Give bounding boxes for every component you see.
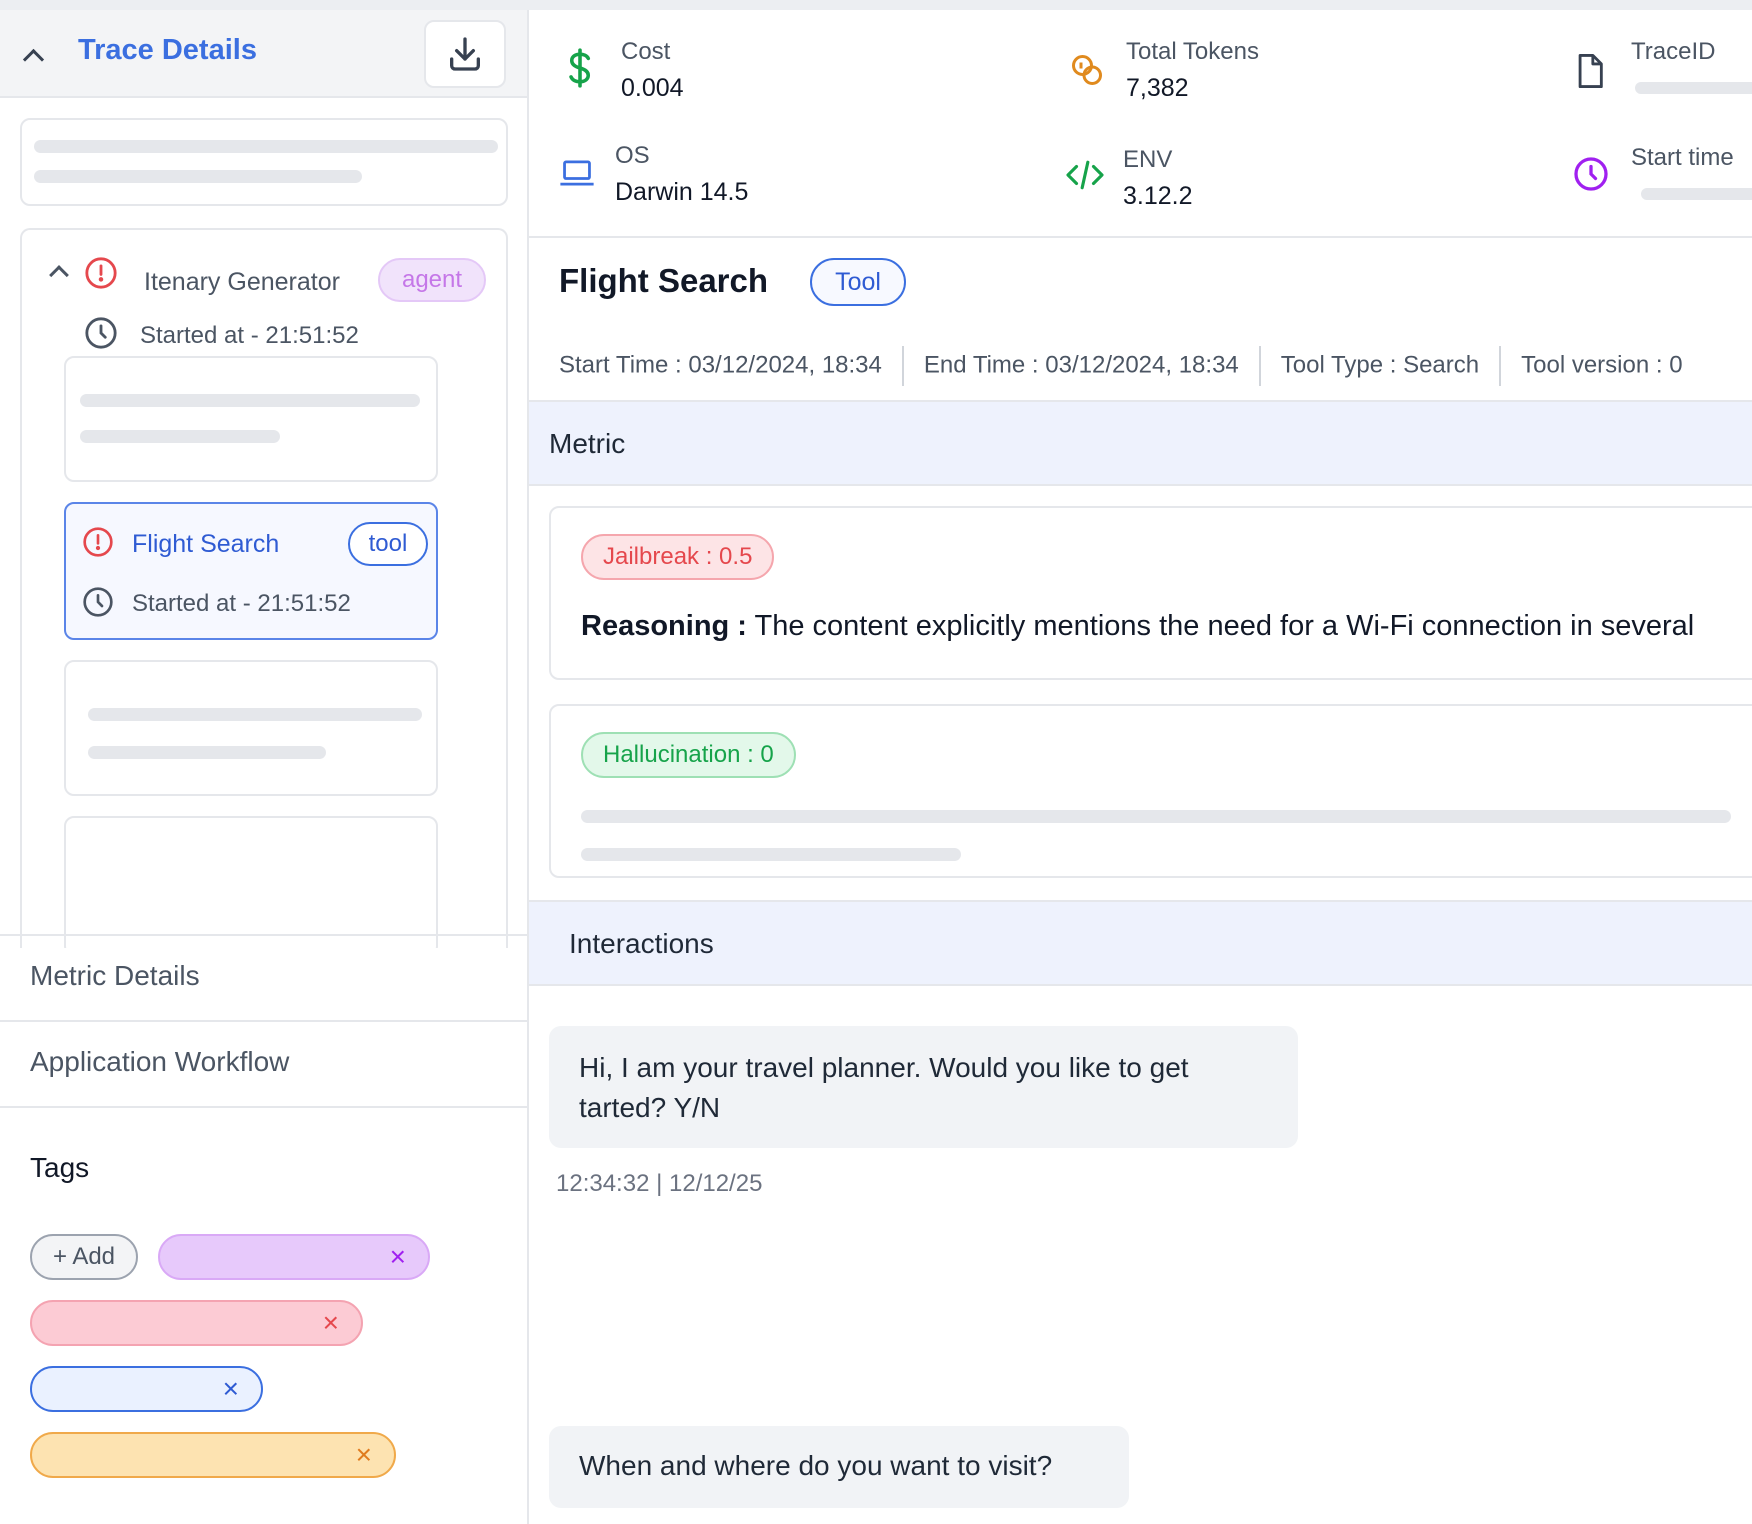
stats-header: Cost 0.004 Total Tokens 7,382 TraceID OS… (529, 10, 1752, 238)
application-workflow-section[interactable]: Application Workflow (0, 1020, 527, 1106)
interactions-header-label: Interactions (569, 928, 714, 959)
divider (901, 346, 904, 386)
tree-node-flight-search[interactable]: Flight Search tool Started at - 21:51:52 (64, 502, 438, 640)
close-icon[interactable]: × (323, 1308, 339, 1338)
divider (1258, 346, 1261, 386)
placeholder-card (64, 816, 438, 948)
add-tag-button[interactable]: + Add (30, 1234, 138, 1280)
chat-message-text: When and where do you want to visit? (579, 1450, 1053, 1481)
tags-title: Tags (30, 1152, 90, 1183)
tag-chip[interactable]: × (158, 1234, 430, 1280)
reasoning-text: The content explicitly mentions the need… (746, 610, 1695, 642)
jailbreak-metric-card: Jailbreak : 0.5 Reasoning : The content … (549, 506, 1752, 680)
chevron-up-icon[interactable] (49, 265, 69, 285)
tag-chip[interactable]: × (30, 1300, 363, 1346)
placeholder-line (581, 848, 961, 861)
trace-details-header[interactable]: Trace Details (0, 10, 527, 98)
metric-section-header[interactable]: Metric (529, 400, 1752, 486)
placeholder-card (20, 118, 508, 206)
alert-circle-icon (83, 527, 113, 557)
clock-icon (83, 587, 113, 617)
tool-version-text: Tool version : 0 (1521, 351, 1683, 379)
download-button[interactable] (424, 20, 506, 88)
close-icon[interactable]: × (223, 1374, 239, 1404)
placeholder-line (80, 394, 420, 407)
trace-id-label: TraceID (1631, 38, 1716, 65)
tool-meta-row: Start Time : 03/12/2024, 18:34 End Time :… (559, 346, 1683, 386)
chevron-up-icon[interactable] (22, 48, 45, 71)
placeholder-card (64, 356, 438, 482)
message-timestamp: 12:34:32 | 12/12/25 (556, 1170, 763, 1197)
end-time-text: End Time : 03/12/2024, 18:34 (923, 351, 1239, 379)
trace-details-title[interactable]: Trace Details (78, 34, 257, 67)
coins-icon (1072, 55, 1102, 85)
cost-value: 0.004 (621, 74, 684, 102)
placeholder-line (581, 810, 1731, 823)
start-time-text: Start Time : 03/12/2024, 18:34 (559, 351, 882, 379)
jailbreak-reasoning: Reasoning : The content explicitly menti… (581, 610, 1694, 643)
env-label: ENV (1123, 146, 1173, 173)
placeholder-line (34, 170, 362, 183)
tool-started-at: Started at - 21:51:52 (132, 590, 351, 617)
tool-badge: tool (348, 522, 428, 566)
placeholder-line (88, 746, 326, 759)
total-tokens-label: Total Tokens (1126, 38, 1259, 65)
tool-type-text: Tool Type : Search (1280, 351, 1480, 379)
tag-chip[interactable]: × (30, 1432, 396, 1478)
tool-title: Flight Search (559, 262, 769, 299)
chat-message: When and where do you want to visit? (549, 1426, 1129, 1508)
application-workflow-label[interactable]: Application Workflow (30, 1046, 289, 1078)
agent-badge: agent (378, 258, 486, 302)
interactions-section-header[interactable]: Interactions (529, 900, 1752, 986)
tag-chip[interactable]: × (30, 1366, 263, 1412)
trace-sidebar: Trace Details Itenary Generator agent St… (0, 10, 529, 1524)
laptop-icon (560, 160, 594, 186)
dollar-icon (569, 48, 591, 88)
os-label: OS (615, 142, 650, 169)
metric-header-label: Metric (549, 428, 626, 459)
os-value: Darwin 14.5 (615, 178, 749, 206)
file-icon (1578, 54, 1603, 89)
trace-id-placeholder (1635, 82, 1752, 94)
code-icon (1066, 160, 1104, 190)
cost-label: Cost (621, 38, 671, 65)
start-time-label: Start time (1631, 144, 1734, 171)
placeholder-line (88, 708, 422, 721)
start-time-placeholder (1641, 188, 1752, 200)
clock-icon (85, 317, 117, 349)
metric-details-label[interactable]: Metric Details (30, 960, 200, 992)
reasoning-label: Reasoning : (581, 610, 747, 642)
close-icon[interactable]: × (356, 1440, 372, 1470)
agent-started-at: Started at - 21:51:52 (140, 322, 359, 349)
agent-node-title[interactable]: Itenary Generator (144, 268, 340, 297)
alert-circle-icon (85, 257, 117, 289)
placeholder-line (34, 140, 498, 153)
top-divider (0, 0, 1752, 10)
tool-node-title[interactable]: Flight Search (132, 530, 279, 559)
divider (1499, 346, 1502, 386)
close-icon[interactable]: × (390, 1242, 406, 1272)
trace-tree: Itenary Generator agent Started at - 21:… (20, 228, 508, 948)
metric-details-section[interactable]: Metric Details (0, 934, 527, 1020)
total-tokens-value: 7,382 (1126, 74, 1189, 102)
tool-type-badge: Tool (810, 258, 906, 306)
jailbreak-badge: Jailbreak : 0.5 (581, 534, 775, 580)
placeholder-line (80, 430, 280, 443)
hallucination-badge: Hallucination : 0 (581, 732, 796, 778)
trace-detail-panel: Cost 0.004 Total Tokens 7,382 TraceID OS… (529, 10, 1752, 1524)
chat-message: Hi, I am your travel planner. Would you … (549, 1026, 1298, 1148)
env-value: 3.12.2 (1123, 182, 1193, 210)
chat-message-text: Hi, I am your travel planner. Would you … (579, 1052, 1189, 1123)
hallucination-metric-card: Hallucination : 0 (549, 704, 1752, 878)
clock-icon (1574, 157, 1608, 191)
download-icon (450, 37, 480, 71)
placeholder-card (64, 660, 438, 796)
